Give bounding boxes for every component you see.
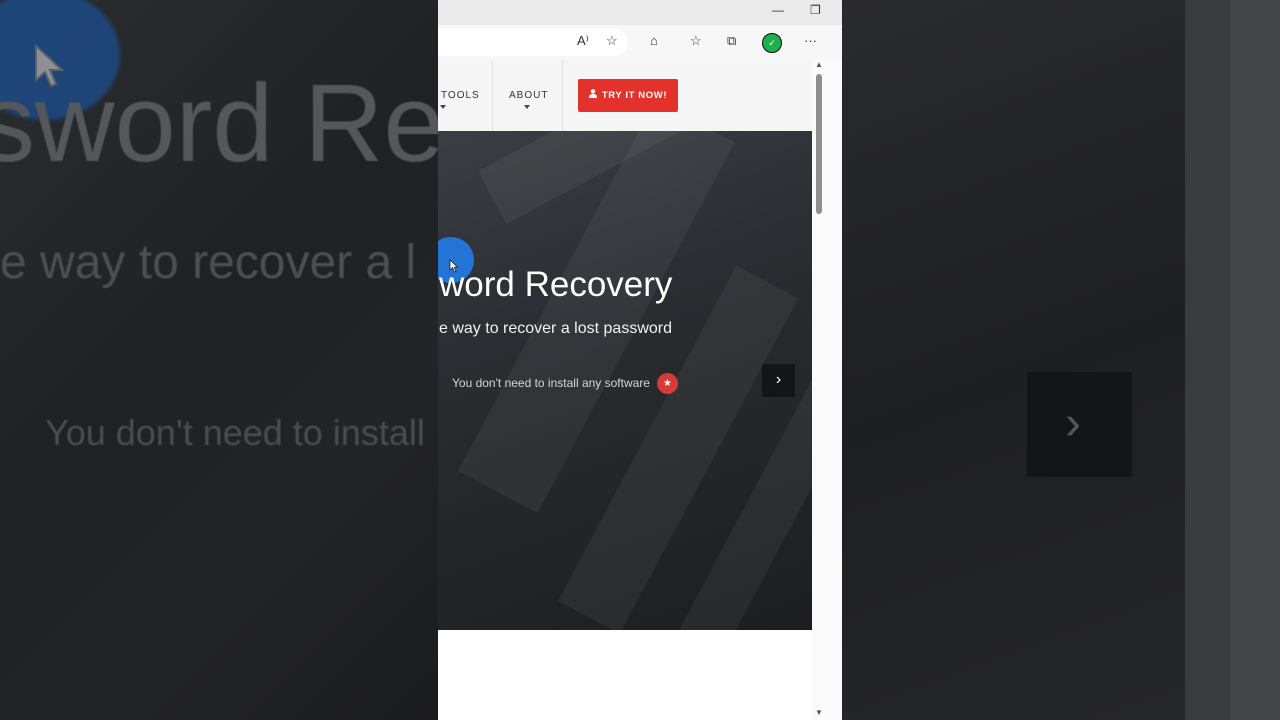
nav-divider <box>492 60 493 131</box>
ghost-scrollbar-strip-2 <box>1230 0 1280 720</box>
nav-item-tools[interactable]: TOOLS <box>441 90 480 101</box>
title-bar: — ❐ <box>438 0 842 25</box>
try-it-now-button[interactable]: TRY IT NOW! <box>578 79 678 112</box>
ghost-caption-text: You don't need to install <box>45 412 425 453</box>
scroll-down-icon[interactable]: ▼ <box>815 708 823 717</box>
tools-caret-icon <box>440 105 446 109</box>
restore-button[interactable]: ❐ <box>810 3 821 17</box>
hero-caption: You don't need to install any software <box>452 376 650 390</box>
nav-item-about[interactable]: ABOUT <box>509 90 548 101</box>
hero-subtitle: e way to recover a lost password <box>439 320 672 337</box>
collections-icon[interactable]: ⧉ <box>727 33 736 49</box>
ghost-next-button: › <box>1027 372 1132 477</box>
slider-next-button[interactable]: › <box>762 364 795 397</box>
ghost-subtitle-text: e way to recover a l <box>0 236 417 289</box>
ghost-title-text: sword Re <box>0 62 438 185</box>
site-header: TOOLS ABOUT TRY IT NOW! <box>438 60 812 132</box>
more-icon[interactable]: ··· <box>804 33 817 48</box>
url-field[interactable] <box>438 29 628 56</box>
hero-title: word Recovery <box>439 265 673 304</box>
scrollbar-thumb[interactable] <box>816 74 822 214</box>
browser-window: — ❐ A⁾ ☆ ⌂ ☆ ⧉ ✓ ··· TOOLS ABOUT TRY IT … <box>438 0 842 720</box>
about-caret-icon <box>524 105 530 109</box>
add-favorite-icon[interactable]: ☆ <box>606 33 618 49</box>
scroll-up-icon[interactable]: ▲ <box>815 60 823 69</box>
star-icon: ★ <box>657 373 678 394</box>
ghost-cursor-icon <box>35 44 64 88</box>
minimize-button[interactable]: — <box>772 3 784 17</box>
favorites-icon[interactable]: ☆ <box>690 33 702 49</box>
background-left-blurred: sword Re e way to recover a l You don't … <box>0 0 438 720</box>
try-it-now-label: TRY IT NOW! <box>601 90 668 101</box>
hero-slider: word Recovery e way to recover a lost pa… <box>438 131 812 630</box>
nav-divider <box>562 60 563 131</box>
user-icon <box>588 79 597 112</box>
read-aloud-icon[interactable]: A⁾ <box>577 33 589 49</box>
ghost-chevron-right-icon: › <box>1065 397 1081 450</box>
background-right-blurred: › <box>842 0 1280 720</box>
extensions-icon[interactable]: ⌂ <box>650 33 658 48</box>
mouse-pointer-icon <box>449 259 458 273</box>
profile-icon[interactable]: ✓ <box>762 33 782 53</box>
